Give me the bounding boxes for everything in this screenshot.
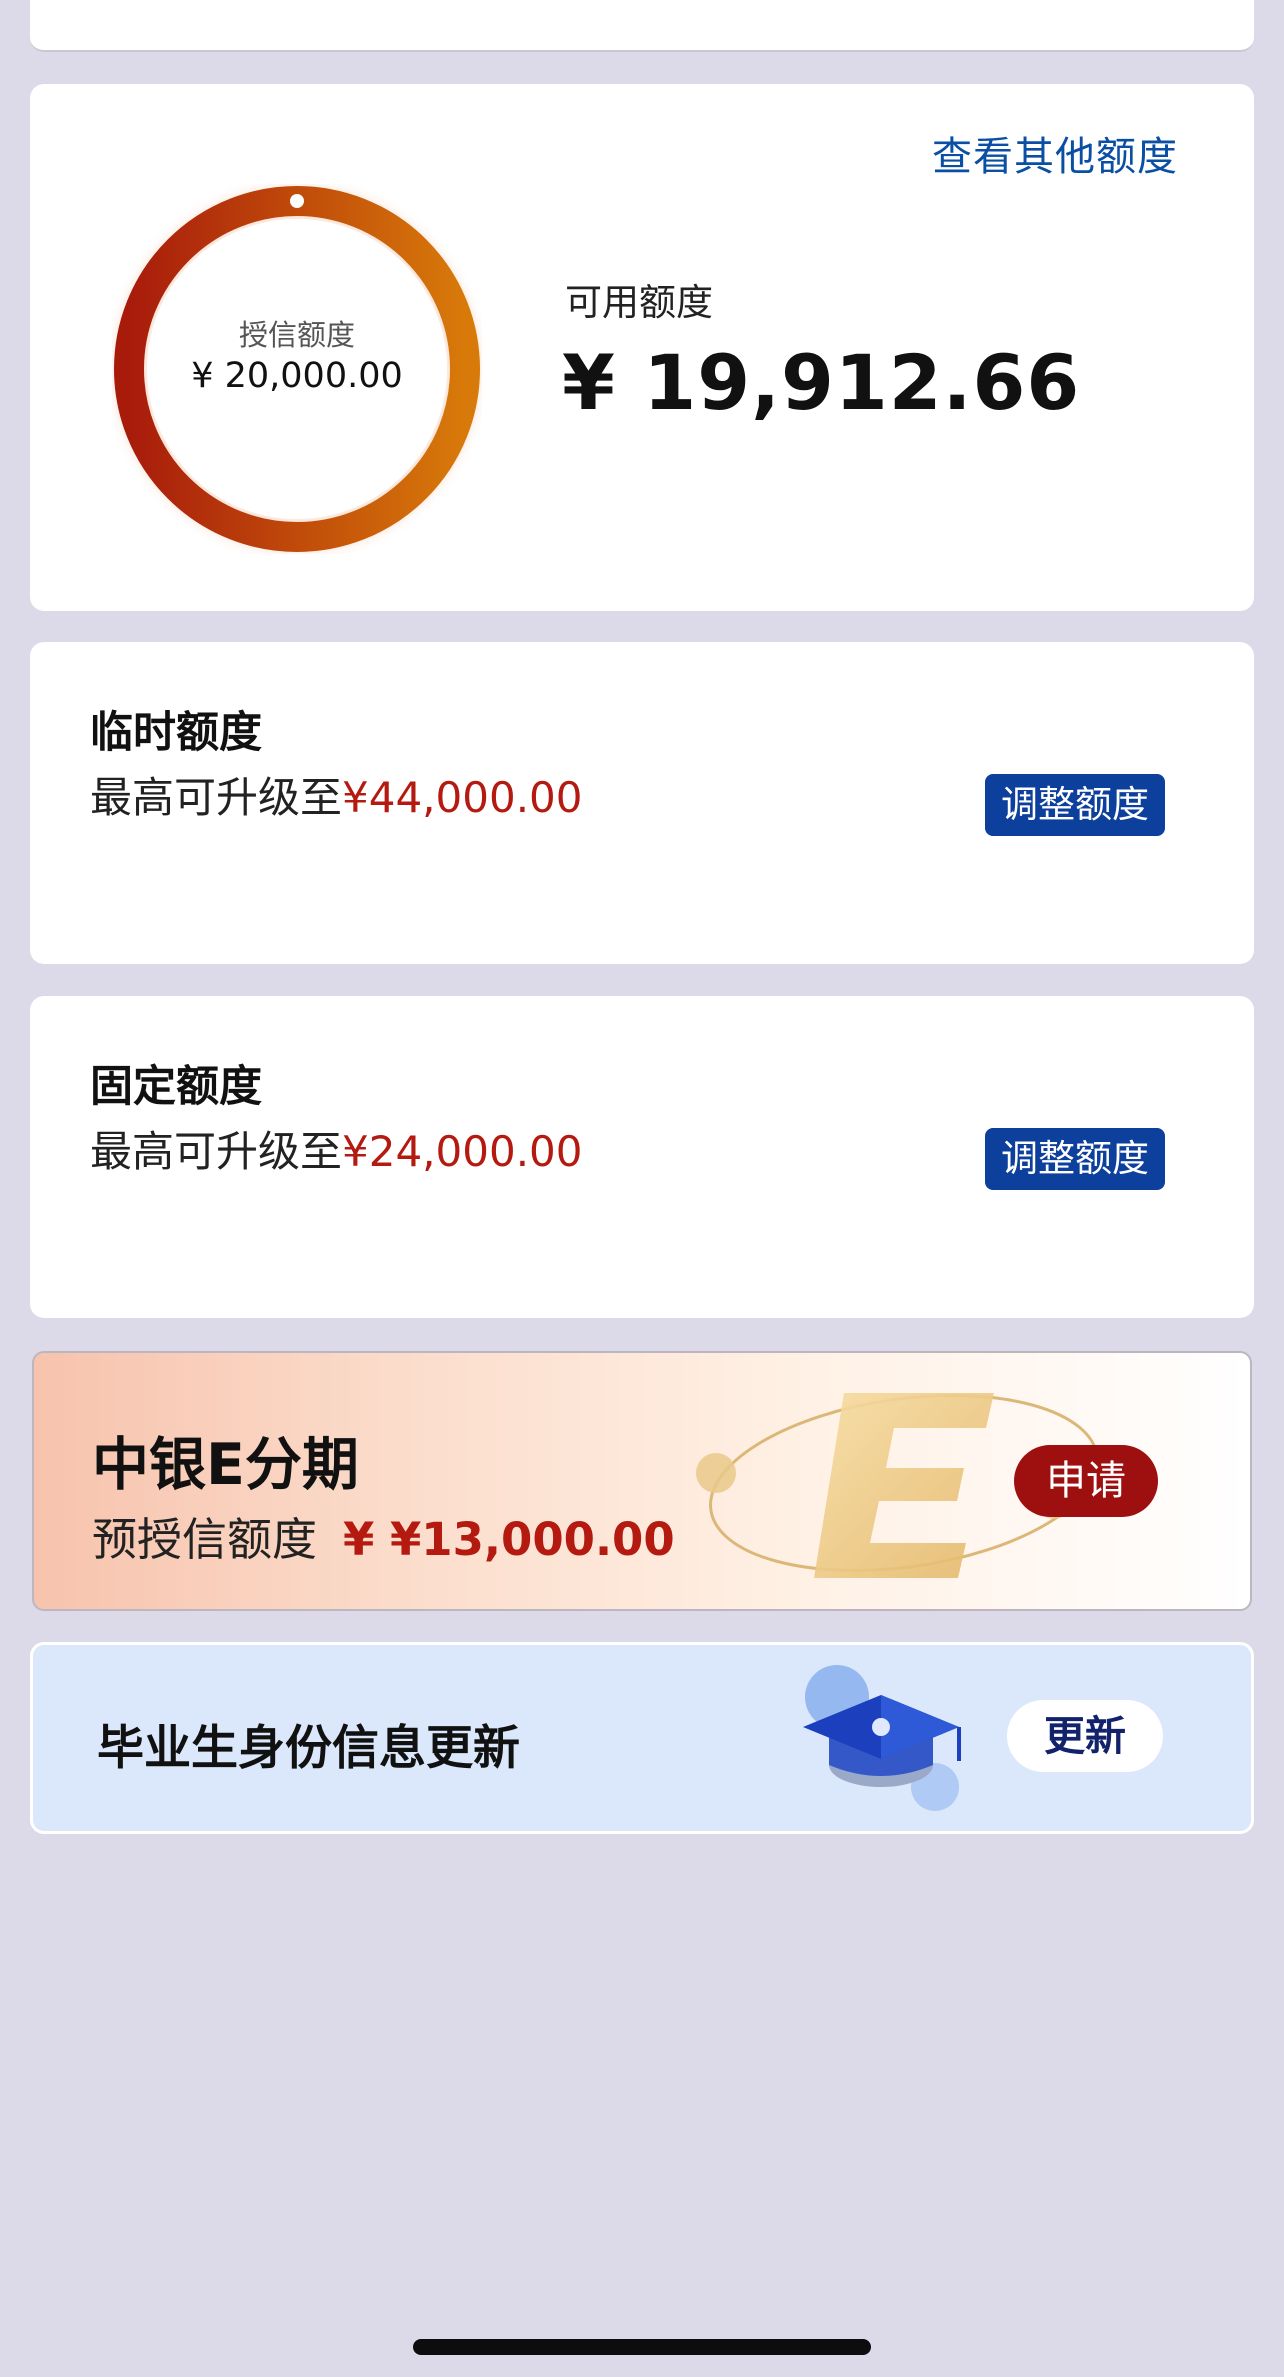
e-installment-title: 中银E分期 — [92, 1432, 359, 1498]
e-installment-banner[interactable]: 中银E分期 预授信额度 ¥ ¥13,000.00 申请 — [32, 1351, 1252, 1611]
ring-indicator-dot — [290, 194, 304, 208]
fixed-limit-card: 固定额度 最高可升级至¥24,000.00 调整额度 — [30, 996, 1254, 1318]
credit-limit-label: 授信额度 — [238, 318, 355, 352]
temporary-limit-max-amount: ¥44,000.00 — [342, 773, 583, 822]
credit-limit-amount: ¥ 20,000.00 — [191, 356, 403, 396]
credit-ring: 授信额度 ¥ 20,000.00 — [112, 184, 482, 554]
adjust-temporary-limit-button[interactable]: 调整额度 — [985, 774, 1165, 836]
adjust-fixed-limit-button[interactable]: 调整额度 — [985, 1128, 1165, 1190]
temporary-limit-prefix: 最高可升级至 — [90, 773, 343, 822]
home-indicator[interactable] — [413, 2339, 871, 2355]
apply-button[interactable]: 申请 — [1014, 1445, 1158, 1517]
temporary-limit-subtitle: 最高可升级至¥44,000.00 — [90, 764, 583, 825]
fixed-limit-title: 固定额度 — [90, 1062, 262, 1112]
view-other-limits-link[interactable]: 查看其他额度 — [932, 124, 1178, 182]
pre-approved-limit-value: ¥13,000.00 — [390, 1513, 675, 1566]
temporary-limit-title: 临时额度 — [90, 708, 262, 758]
previous-card — [30, 0, 1254, 52]
available-limit-amount: ¥ 19,912.66 — [562, 338, 1081, 427]
fixed-limit-prefix: 最高可升级至 — [90, 1127, 343, 1176]
available-limit-label: 可用额度 — [565, 281, 713, 324]
fixed-limit-subtitle: 最高可升级至¥24,000.00 — [90, 1118, 583, 1179]
graduation-cap-icon — [803, 1665, 961, 1811]
graduate-update-banner[interactable]: 毕业生身份信息更新 更新 — [30, 1642, 1254, 1834]
fixed-limit-max-amount: ¥24,000.00 — [342, 1127, 583, 1176]
temporary-limit-card: 临时额度 最高可升级至¥44,000.00 调整额度 — [30, 642, 1254, 964]
pre-approved-limit-label: 预授信额度 — [92, 1513, 318, 1566]
credit-limit-card: 查看其他额度 授信额度 ¥ 20,000.00 可用额度 ¥ 19,912.66 — [30, 84, 1254, 611]
e-installment-subtitle: 预授信额度 ¥ ¥13,000.00 — [92, 1503, 675, 1568]
graduate-update-title: 毕业生身份信息更新 — [97, 1721, 520, 1776]
update-button[interactable]: 更新 — [1007, 1700, 1163, 1772]
pre-approved-limit-amount: ¥ ¥13,000.00 — [343, 1513, 675, 1566]
